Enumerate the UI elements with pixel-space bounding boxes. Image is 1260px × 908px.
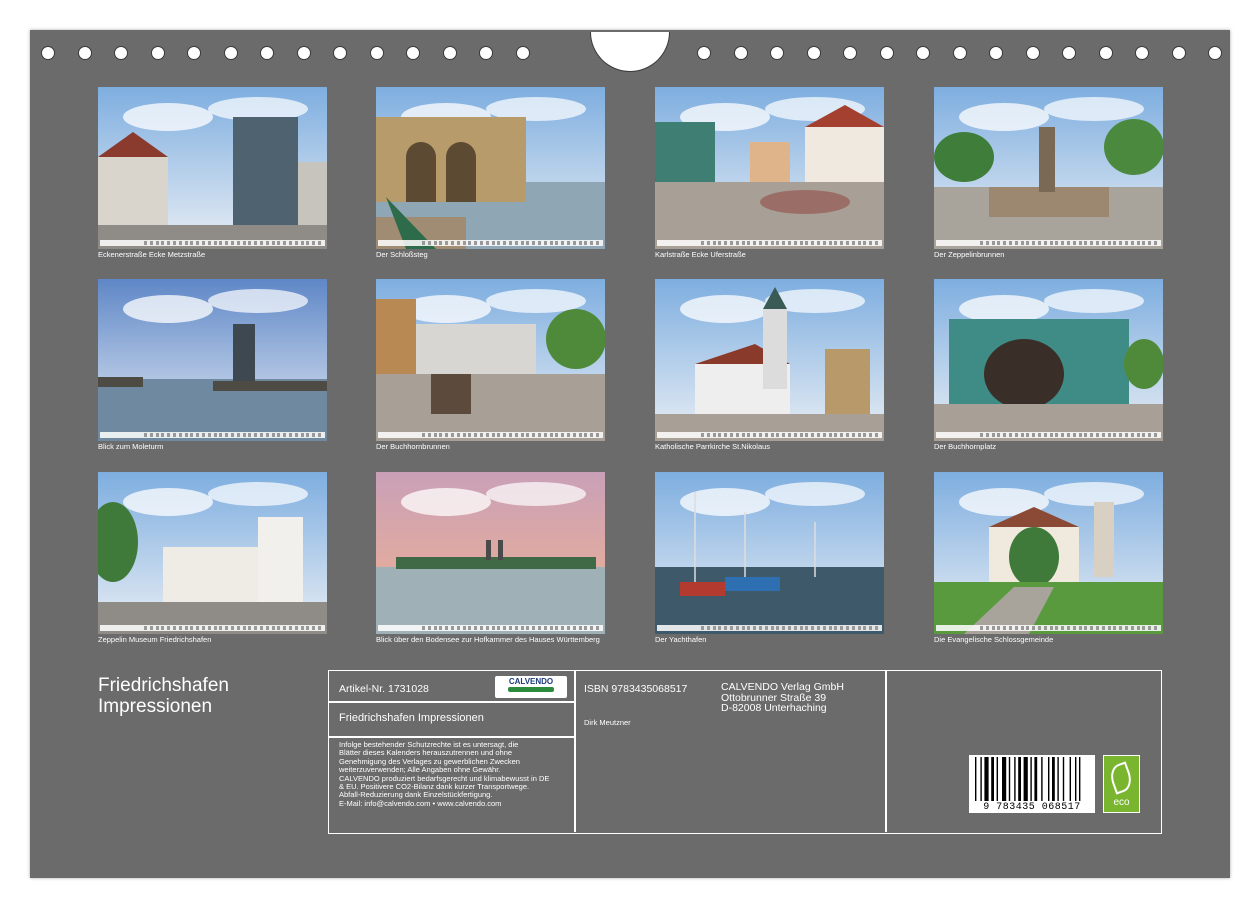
photo-caption: Blick über den Bodensee zur Hofkammer de… bbox=[376, 635, 600, 644]
publisher-line: CALVENDO Verlag GmbH bbox=[721, 681, 844, 693]
binding-hole bbox=[989, 46, 1003, 60]
binding-hole bbox=[1208, 46, 1222, 60]
binding-hole bbox=[41, 46, 55, 60]
divider bbox=[329, 736, 575, 738]
binding-hole bbox=[223, 46, 238, 60]
binding-hole bbox=[114, 46, 128, 60]
calendar-title-line1: Friedrichshafen bbox=[98, 675, 229, 696]
binding-hole bbox=[697, 46, 711, 60]
calendar-date-strip bbox=[378, 432, 603, 438]
article-number: Artikel-Nr. 1731028 bbox=[339, 683, 429, 695]
calendar-date-strip bbox=[657, 240, 882, 246]
binding-hole bbox=[442, 46, 457, 60]
photo-thumbnail bbox=[376, 87, 605, 249]
binding-hole bbox=[369, 46, 384, 60]
photo-caption: Karlstraße Ecke Uferstraße bbox=[655, 250, 746, 259]
publisher-address: CALVENDO Verlag GmbH Ottobrunner Straße 3… bbox=[721, 682, 844, 714]
photo-thumbnail bbox=[655, 472, 884, 634]
binding-hole bbox=[479, 46, 493, 60]
photo-thumbnail bbox=[376, 472, 605, 634]
calendar-date-strip bbox=[378, 625, 603, 631]
photo-thumbnail bbox=[934, 279, 1163, 441]
photo-thumbnail bbox=[98, 472, 327, 634]
photo-caption: Der Yachthafen bbox=[655, 635, 707, 644]
binding-hole bbox=[77, 46, 92, 60]
photo-caption: Zeppelin Museum Friedrichshafen bbox=[98, 635, 212, 644]
binding-hole bbox=[333, 46, 347, 60]
photo-thumbnail bbox=[934, 87, 1163, 249]
author-name: Dirk Meutzner bbox=[584, 718, 631, 727]
calendar-back-cover: Eckenerstraße Ecke Metzstraße Der Schloßs… bbox=[30, 30, 1230, 878]
calendar-date-strip bbox=[657, 625, 882, 631]
imprint-box: Artikel-Nr. 1731028 CALVENDO Friedrichsh… bbox=[328, 670, 1162, 834]
calendar-date-strip bbox=[100, 240, 325, 246]
eco-badge: eco bbox=[1103, 755, 1140, 813]
photo-thumbnail bbox=[655, 87, 884, 249]
publisher-line: D-82008 Unterhaching bbox=[721, 702, 827, 714]
photo-caption: Der Buchhornplatz bbox=[934, 442, 997, 451]
calvendo-logo: CALVENDO bbox=[495, 676, 567, 698]
calendar-date-strip bbox=[378, 240, 603, 246]
photo-caption: Der Buchhornbrunnen bbox=[376, 442, 450, 451]
photo-caption: Der Zeppelinbrunnen bbox=[934, 250, 1005, 259]
binding-hole bbox=[952, 46, 967, 60]
calendar-date-strip bbox=[936, 240, 1161, 246]
calendar-title: Friedrichshafen Impressionen bbox=[98, 675, 229, 717]
binding-hole bbox=[879, 46, 894, 60]
photo-caption: Katholische Parrkirche St.Nikolaus bbox=[655, 442, 771, 451]
calendar-title-line2: Impressionen bbox=[98, 696, 213, 717]
calendar-date-strip bbox=[936, 625, 1161, 631]
legal-line: E-Mail: info@calvendo.com • www.calvendo… bbox=[339, 798, 502, 808]
leaf-icon bbox=[1106, 761, 1136, 795]
photo-thumbnail bbox=[376, 279, 605, 441]
barcode-number: 9 783435 068517 bbox=[969, 802, 1095, 813]
binding-hole bbox=[515, 46, 530, 60]
calendar-date-strip bbox=[936, 432, 1161, 438]
photo-caption: Blick zum Moleturm bbox=[98, 442, 164, 451]
divider bbox=[329, 701, 575, 703]
binding-hole bbox=[1135, 46, 1149, 60]
legal-notice: Infolge bestehender Schutzrechte ist es … bbox=[339, 740, 571, 808]
divider bbox=[574, 671, 576, 832]
binding-hole bbox=[1062, 46, 1076, 60]
photo-caption: Die Evangelische Schlossgemeinde bbox=[934, 635, 1054, 644]
isbn: ISBN 9783435068517 bbox=[584, 683, 688, 695]
calendar-date-strip bbox=[100, 625, 325, 631]
binding-hole bbox=[296, 46, 311, 60]
isbn-barcode: 9 783435 068517 bbox=[969, 755, 1095, 813]
binding-hole bbox=[1098, 46, 1113, 60]
binding-hole bbox=[1025, 46, 1040, 60]
divider bbox=[885, 671, 887, 832]
binding-hole bbox=[733, 46, 748, 60]
photo-caption: Der Schloßsteg bbox=[376, 250, 428, 259]
binding-hole bbox=[770, 46, 784, 60]
photo-thumbnail bbox=[655, 279, 884, 441]
photo-thumbnail bbox=[98, 279, 327, 441]
binding-hole bbox=[260, 46, 274, 60]
calendar-date-strip bbox=[100, 432, 325, 438]
binding-hole bbox=[916, 46, 930, 60]
binding-hole bbox=[150, 46, 165, 60]
binding-hole bbox=[406, 46, 420, 60]
photo-thumbnail bbox=[934, 472, 1163, 634]
photo-caption: Eckenerstraße Ecke Metzstraße bbox=[98, 250, 206, 259]
binding-hole bbox=[1171, 46, 1186, 60]
binding-hole bbox=[187, 46, 201, 60]
photo-thumbnail bbox=[98, 87, 327, 249]
binding-hole bbox=[843, 46, 857, 60]
binding-hole bbox=[806, 46, 821, 60]
product-title: Friedrichshafen Impressionen bbox=[339, 712, 484, 724]
calendar-date-strip bbox=[657, 432, 882, 438]
